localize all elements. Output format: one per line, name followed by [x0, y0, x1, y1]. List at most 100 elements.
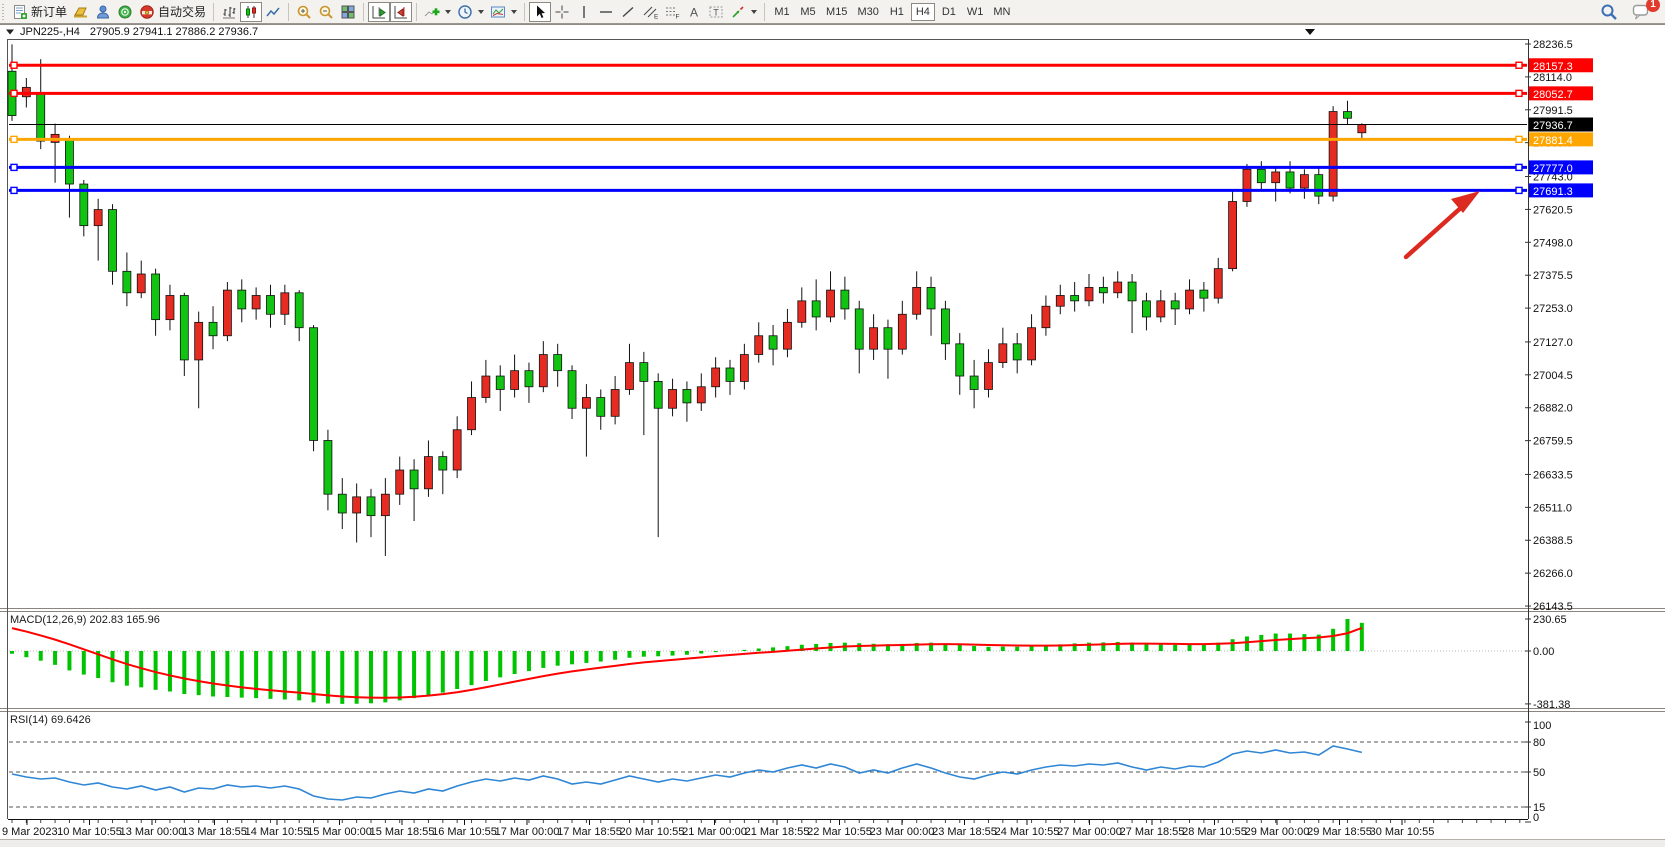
level-anchor-handle[interactable] — [1516, 90, 1522, 96]
search-button[interactable] — [1597, 2, 1621, 22]
level-anchor-handle[interactable] — [11, 90, 17, 96]
arrow-annotation-head[interactable] — [1451, 191, 1480, 213]
price-level-badge — [1529, 118, 1593, 132]
candle-body — [1171, 301, 1179, 309]
level-anchor-handle[interactable] — [11, 136, 17, 142]
chat-button[interactable]: 1 — [1629, 2, 1655, 22]
rsi-tick-label: 50 — [1533, 767, 1545, 779]
status-bar — [0, 839, 1665, 847]
tile-windows-button[interactable] — [337, 2, 359, 22]
candle-body — [582, 398, 590, 409]
chart-window: JPN225-,H4 27905.9 27941.1 27886.2 27936… — [0, 24, 1665, 846]
level-anchor-handle[interactable] — [11, 164, 17, 170]
time-label: 23 Mar 18:55 — [932, 826, 997, 838]
vertical-line-tool-button[interactable] — [573, 2, 595, 22]
level-anchor-handle[interactable] — [1516, 187, 1522, 193]
level-anchor-handle[interactable] — [1516, 136, 1522, 142]
time-label: 30 Mar 10:55 — [1370, 826, 1435, 838]
zoom-out-button[interactable] — [315, 2, 337, 22]
timeframe-M15[interactable]: M15 — [822, 3, 851, 21]
toolbar-grip[interactable] — [2, 4, 6, 20]
bar-chart-icon — [221, 4, 237, 20]
channel-tool-button[interactable]: E — [639, 2, 661, 22]
candle-body — [152, 274, 160, 320]
text-label-tool-button[interactable]: T — [705, 2, 727, 22]
cursor-tool-button[interactable] — [529, 2, 551, 22]
candle-body — [1142, 301, 1150, 317]
arrow-annotation[interactable] — [1406, 205, 1464, 257]
candlestick-chart-button[interactable] — [240, 2, 262, 22]
trendline-tool-button[interactable] — [617, 2, 639, 22]
chart-shift-button[interactable] — [390, 2, 412, 22]
level-anchor-handle[interactable] — [1516, 164, 1522, 170]
text-icon: A — [686, 4, 702, 20]
candle-body — [453, 430, 461, 470]
candle-body — [1028, 328, 1036, 360]
time-label: 21 Mar 18:55 — [745, 826, 810, 838]
line-chart-button[interactable] — [262, 2, 284, 22]
time-label: 10 Mar 10:55 — [57, 826, 122, 838]
community-button[interactable] — [92, 2, 114, 22]
candle-body — [1243, 169, 1251, 201]
fibonacci-tool-button[interactable]: F — [661, 2, 683, 22]
bar-chart-button[interactable] — [218, 2, 240, 22]
level-anchor-handle[interactable] — [1516, 62, 1522, 68]
templates-button[interactable] — [487, 2, 520, 22]
candle-body — [353, 497, 361, 513]
chart-titlebar[interactable]: JPN225-,H4 27905.9 27941.1 27886.2 27936… — [0, 25, 1665, 39]
level-anchor-handle[interactable] — [11, 62, 17, 68]
candle-body — [1157, 301, 1165, 317]
candle-body — [697, 387, 705, 403]
zoom-in-button[interactable] — [293, 2, 315, 22]
candle-body — [1042, 306, 1050, 327]
timeframe-MN[interactable]: MN — [989, 3, 1014, 21]
candle-body — [1286, 172, 1294, 188]
panel-splitter[interactable] — [0, 608, 1665, 612]
timeframe-H4[interactable]: H4 — [911, 3, 935, 21]
crosshair-tool-button[interactable] — [551, 2, 573, 22]
new-order-icon — [12, 4, 28, 20]
price-tick-label: 28236.5 — [1533, 39, 1573, 51]
candle-body — [1329, 112, 1337, 197]
autotrading-label: 自动交易 — [158, 3, 206, 20]
indicators-button[interactable] — [421, 2, 454, 22]
rsi-line — [12, 746, 1362, 800]
timeframe-D1[interactable]: D1 — [937, 3, 961, 21]
time-label: 16 Mar 10:55 — [432, 826, 497, 838]
periods-button[interactable] — [454, 2, 487, 22]
chart-shift-icon — [393, 4, 409, 20]
candle-body — [1272, 172, 1280, 183]
candle-body — [855, 309, 863, 349]
horizontal-line-tool-button[interactable] — [595, 2, 617, 22]
level-anchor-handle[interactable] — [11, 187, 17, 193]
new-order-button[interactable]: 新订单 — [9, 2, 70, 22]
candle-body — [223, 290, 231, 336]
price-tick-label: 27991.5 — [1533, 105, 1573, 117]
price-level-badge-text: 27881.4 — [1533, 135, 1573, 147]
timeframe-H1[interactable]: H1 — [885, 3, 909, 21]
zoom-in-icon — [296, 4, 312, 20]
timeframe-M1[interactable]: M1 — [770, 3, 794, 21]
zoom-out-icon — [318, 4, 334, 20]
price-tick-label: 26511.0 — [1533, 502, 1572, 514]
candle-body — [22, 87, 30, 96]
toolbar-right-group: 1 — [1597, 2, 1655, 22]
panel-splitter[interactable] — [0, 708, 1665, 712]
candle-body — [726, 368, 734, 381]
candle-body — [783, 322, 791, 349]
candle-body — [109, 210, 117, 272]
autotrading-button[interactable]: 自动交易 — [136, 2, 209, 22]
news-button[interactable] — [114, 2, 136, 22]
timeframe-M5[interactable]: M5 — [796, 3, 820, 21]
candle-body — [1085, 287, 1093, 300]
auto-scroll-button[interactable] — [368, 2, 390, 22]
candle-body — [123, 271, 131, 292]
timeframe-M30[interactable]: M30 — [853, 3, 882, 21]
price-tick-label: 27743.0 — [1533, 172, 1573, 184]
timeframe-W1[interactable]: W1 — [963, 3, 988, 21]
arrows-tool-button[interactable] — [727, 2, 760, 22]
market-watch-button[interactable] — [70, 2, 92, 22]
macd-label: MACD(12,26,9) 202.83 165.96 — [10, 614, 160, 626]
candle-body — [424, 457, 432, 489]
text-tool-button[interactable]: A — [683, 2, 705, 22]
